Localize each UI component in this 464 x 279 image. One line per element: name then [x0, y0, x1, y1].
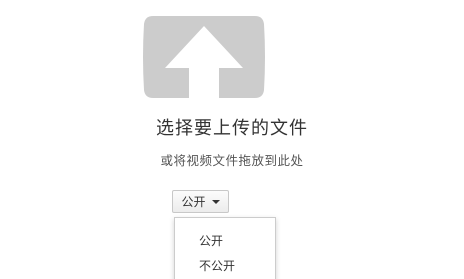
privacy-selected-label: 公开 [181, 195, 206, 209]
menu-item-unlisted[interactable]: 不公开 [199, 257, 235, 274]
privacy-dropdown-button[interactable]: 公开 [172, 190, 229, 213]
privacy-dropdown-menu: 公开 不公开 [174, 217, 276, 279]
drag-drop-hint: 或将视频文件拖放到此处 [160, 153, 304, 168]
upload-page: 选择要上传的文件 或将视频文件拖放到此处 公开 公开 不公开 [0, 0, 464, 279]
upload-title[interactable]: 选择要上传的文件 [0, 114, 464, 140]
upload-arrow-icon[interactable] [143, 14, 265, 100]
menu-item-public[interactable]: 公开 [199, 232, 223, 249]
caret-down-icon [211, 200, 220, 204]
